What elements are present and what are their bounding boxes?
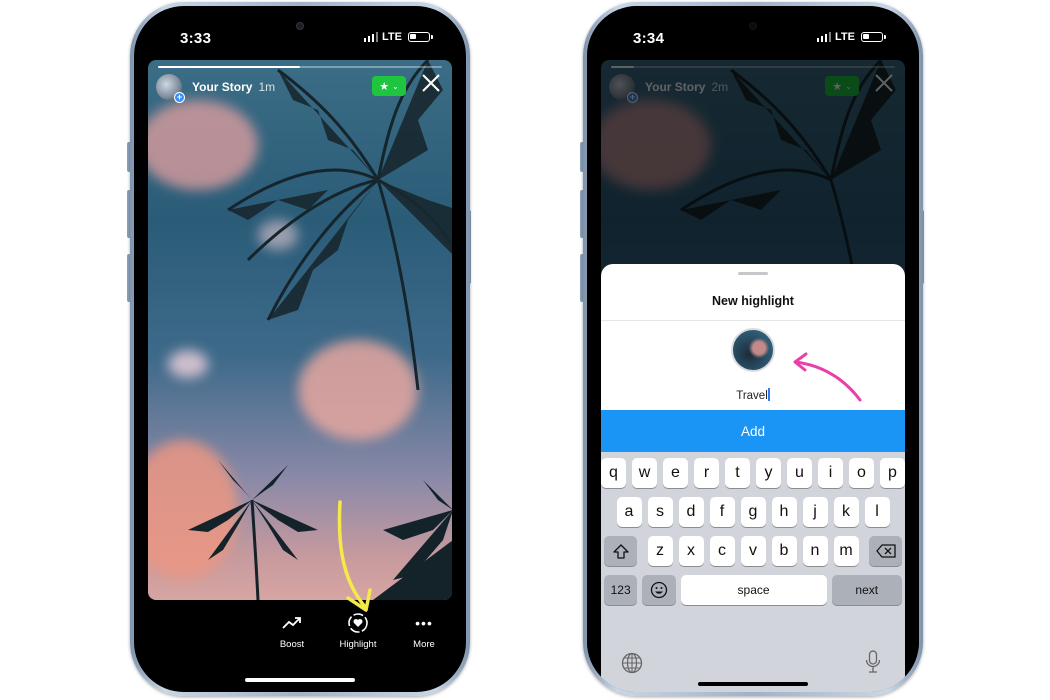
next-key[interactable]: next bbox=[831, 575, 902, 605]
left-phone: 3:33 LTE + Your Story 1m ★ ⌄ Boost Highl… bbox=[130, 2, 470, 696]
key-f[interactable]: f bbox=[709, 497, 735, 527]
key-h[interactable]: h bbox=[771, 497, 797, 527]
key-e[interactable]: e bbox=[663, 458, 688, 488]
status-time: 3:34 bbox=[633, 30, 665, 47]
key-y[interactable]: y bbox=[756, 458, 781, 488]
key-n[interactable]: n bbox=[802, 536, 828, 566]
backspace-icon bbox=[875, 544, 896, 558]
key-v[interactable]: v bbox=[740, 536, 766, 566]
keyboard-row-4: 123 space next bbox=[601, 575, 905, 605]
key-i[interactable]: i bbox=[818, 458, 843, 488]
story-progress-bar bbox=[158, 66, 442, 68]
key-u[interactable]: u bbox=[787, 458, 812, 488]
palm-tree-silhouette-small bbox=[188, 460, 318, 600]
story-header: + Your Story 1m ★ ⌄ bbox=[156, 72, 444, 103]
key-o[interactable]: o bbox=[849, 458, 874, 488]
highlight-button[interactable]: Highlight bbox=[336, 611, 380, 650]
globe-icon[interactable] bbox=[621, 652, 643, 674]
key-z[interactable]: z bbox=[647, 536, 673, 566]
key-s[interactable]: s bbox=[647, 497, 673, 527]
close-friends-button[interactable]: ★ ⌄ bbox=[372, 76, 406, 96]
emoji-icon bbox=[650, 581, 668, 599]
status-time: 3:33 bbox=[180, 30, 212, 47]
right-phone: + Your Story 2m ★⌄ 3:34 LTE bbox=[583, 2, 923, 696]
more-button[interactable]: ••• More bbox=[402, 611, 446, 650]
status-bar: 3:34 LTE bbox=[587, 6, 919, 56]
avatar[interactable]: + bbox=[156, 74, 185, 103]
home-indicator bbox=[245, 678, 355, 682]
highlight-cover-image[interactable] bbox=[731, 328, 775, 372]
battery-icon bbox=[408, 32, 433, 42]
backspace-key[interactable] bbox=[869, 536, 902, 566]
emoji-key[interactable] bbox=[642, 575, 676, 605]
boost-button[interactable]: Boost bbox=[270, 611, 314, 650]
key-a[interactable]: a bbox=[616, 497, 642, 527]
key-k[interactable]: k bbox=[833, 497, 859, 527]
key-m[interactable]: m bbox=[833, 536, 859, 566]
new-highlight-sheet: New highlight Travel Add qwertyuiop asdf… bbox=[601, 264, 905, 692]
numbers-key[interactable]: 123 bbox=[604, 575, 638, 605]
key-x[interactable]: x bbox=[678, 536, 704, 566]
keyboard-row-2: asdfghjkl bbox=[601, 497, 905, 527]
key-b[interactable]: b bbox=[771, 536, 797, 566]
highlight-name-value: Travel bbox=[736, 390, 768, 402]
story-image[interactable]: + Your Story 1m ★ ⌄ bbox=[148, 60, 452, 600]
keyboard-row-1: qwertyuiop bbox=[601, 458, 905, 488]
home-indicator bbox=[698, 682, 808, 686]
sheet-grabber[interactable] bbox=[738, 272, 768, 275]
keyboard-row-3: zxcvbnm bbox=[601, 536, 905, 566]
key-r[interactable]: r bbox=[694, 458, 719, 488]
yellow-annotation-arrow bbox=[337, 500, 372, 612]
close-icon[interactable] bbox=[420, 72, 442, 94]
signal-icon bbox=[816, 32, 832, 42]
network-label: LTE bbox=[835, 31, 855, 43]
story-actions: Boost Highlight ••• More bbox=[270, 611, 446, 650]
space-key[interactable]: space bbox=[680, 575, 827, 605]
palm-tree-silhouette-corner bbox=[373, 480, 452, 600]
sheet-title: New highlight bbox=[712, 294, 794, 308]
status-bar: 3:33 LTE bbox=[134, 6, 466, 56]
more-icon: ••• bbox=[415, 615, 433, 631]
screenshot-stage: 3:33 LTE + Your Story 1m ★ ⌄ Boost Highl… bbox=[0, 0, 1050, 700]
key-g[interactable]: g bbox=[740, 497, 766, 527]
key-l[interactable]: l bbox=[864, 497, 890, 527]
shift-key[interactable] bbox=[604, 536, 637, 566]
signal-icon bbox=[363, 32, 379, 42]
add-icon: + bbox=[174, 92, 185, 103]
boost-label: Boost bbox=[279, 639, 305, 650]
palm-tree-silhouette bbox=[227, 60, 452, 390]
pink-annotation-arrow bbox=[793, 352, 862, 402]
divider bbox=[601, 320, 905, 321]
add-button[interactable]: Add bbox=[601, 410, 905, 452]
text-caret bbox=[767, 388, 770, 401]
key-j[interactable]: j bbox=[802, 497, 828, 527]
highlight-label: Highlight bbox=[339, 639, 377, 650]
network-label: LTE bbox=[382, 31, 402, 43]
key-q[interactable]: q bbox=[601, 458, 626, 488]
keyboard: qwertyuiop asdfghjkl zxcvbnm 123 space n… bbox=[601, 452, 905, 692]
key-c[interactable]: c bbox=[709, 536, 735, 566]
battery-icon bbox=[861, 32, 886, 42]
key-w[interactable]: w bbox=[632, 458, 657, 488]
chevron-down-icon: ⌄ bbox=[392, 81, 399, 91]
microphone-icon[interactable] bbox=[865, 650, 881, 674]
key-d[interactable]: d bbox=[678, 497, 704, 527]
key-p[interactable]: p bbox=[880, 458, 905, 488]
key-t[interactable]: t bbox=[725, 458, 750, 488]
story-age: 1m bbox=[258, 80, 276, 94]
more-label: More bbox=[413, 639, 435, 650]
trending-up-icon bbox=[282, 617, 301, 629]
star-icon: ★ bbox=[379, 80, 390, 93]
story-username[interactable]: Your Story bbox=[192, 80, 252, 94]
shift-icon bbox=[612, 543, 629, 559]
keyboard-bottom-bar bbox=[601, 648, 905, 678]
